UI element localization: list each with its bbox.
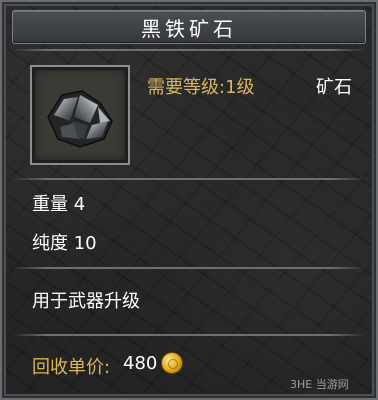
description-divider bbox=[12, 334, 366, 336]
stats-divider bbox=[12, 267, 366, 269]
watermark: 3HE 当游网 bbox=[290, 378, 349, 391]
title-divider bbox=[12, 49, 366, 51]
sell-price-value: 480 bbox=[123, 353, 158, 374]
sell-price-label: 回收单价: bbox=[32, 357, 111, 378]
gold-coin-icon bbox=[162, 353, 182, 373]
item-category: 矿石 bbox=[316, 77, 352, 98]
tooltip-title-bar: 黑铁矿石 bbox=[12, 10, 366, 44]
black-iron-ore-icon bbox=[47, 90, 113, 148]
item-icon-slot bbox=[30, 65, 130, 165]
item-weight: 重量 4 bbox=[32, 194, 86, 215]
item-name: 黑铁矿石 bbox=[141, 16, 237, 41]
icon-divider bbox=[12, 178, 366, 180]
item-purity: 纯度 10 bbox=[32, 233, 97, 254]
required-level: 需要等级:1级 bbox=[147, 77, 255, 98]
item-tooltip: 黑铁矿石 需要等级:1级 矿石 重量 4 纯度 10 用于武器升级 回收单价: … bbox=[0, 0, 378, 400]
item-description: 用于武器升级 bbox=[32, 291, 140, 312]
